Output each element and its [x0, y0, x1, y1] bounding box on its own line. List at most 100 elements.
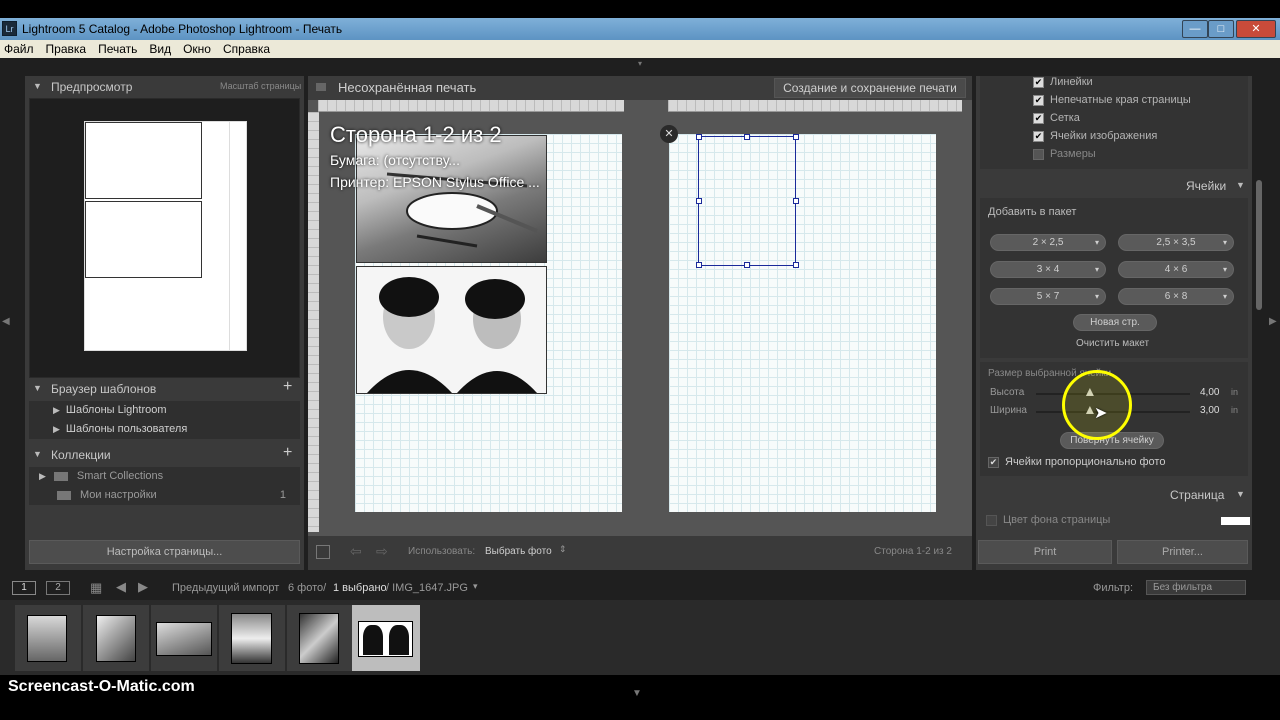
page-bg-color-checkbox[interactable]: Цвет фона страницы — [986, 514, 1110, 526]
print-button[interactable]: Print — [978, 540, 1112, 564]
guides-box: ✔ Линейки ✔ Непечатные края страницы ✔ Сетк… — [980, 76, 1248, 169]
resize-handle[interactable] — [696, 198, 702, 204]
page-info-overlay-printer: Принтер: EPSON Stylus Office ... — [330, 174, 540, 190]
menu-file[interactable]: Файл — [4, 42, 34, 56]
checkbox-checked-icon[interactable]: ✔ — [1033, 112, 1044, 124]
page-collapse-icon[interactable]: ▼ — [1236, 489, 1245, 499]
new-page-button[interactable]: Новая стр. — [1073, 314, 1157, 331]
use-select[interactable]: Выбрать фото — [485, 546, 552, 557]
resize-handle[interactable] — [793, 198, 799, 204]
checkbox-checked-icon[interactable]: ✔ — [1033, 94, 1044, 106]
minimize-button[interactable]: — — [1182, 20, 1208, 38]
page-setup-button[interactable]: Настройка страницы... — [29, 540, 300, 564]
remove-page-icon[interactable]: ✕ — [660, 125, 678, 143]
filmstrip — [0, 600, 1280, 675]
size-4x6-button[interactable]: 4 × 6 ▾ — [1118, 261, 1234, 278]
filmstrip-thumbnail[interactable] — [151, 605, 217, 671]
dropdown-arrow-icon[interactable]: ▾ — [1223, 262, 1227, 277]
menu-help[interactable]: Справка — [223, 42, 270, 56]
collection-expand-icon[interactable]: ▶ — [39, 471, 46, 481]
dropdown-arrow-icon[interactable]: ▾ — [1223, 235, 1227, 250]
template-folder-lightroom[interactable]: ▶ Шаблоны Lightroom — [29, 401, 300, 420]
maximize-button[interactable]: □ — [1208, 20, 1234, 38]
checkbox-checked-icon[interactable]: ✔ — [1033, 76, 1044, 88]
folder-expand-icon[interactable]: ▶ — [53, 405, 60, 415]
resize-handle[interactable] — [793, 262, 799, 268]
collections-collapse-icon[interactable]: ▼ — [33, 449, 42, 459]
add-template-icon[interactable]: + — [283, 378, 292, 396]
folder-expand-icon[interactable]: ▶ — [53, 424, 60, 434]
size-2x2-5-button[interactable]: 2 × 2,5 ▾ — [990, 234, 1106, 251]
filmstrip-toggle-icon[interactable]: ▼ — [632, 688, 642, 699]
width-value[interactable]: 3,00 — [1200, 405, 1219, 416]
center-toolbar: ⇦ ⇨ Использовать: Выбрать фото ⇕ Сторона… — [308, 536, 972, 570]
view-1-button[interactable]: 1 — [12, 581, 36, 595]
filter-select[interactable]: Без фильтра — [1146, 580, 1246, 595]
size-3x4-button[interactable]: 3 × 4 ▾ — [990, 261, 1106, 278]
resize-handle[interactable] — [744, 134, 750, 140]
height-value[interactable]: 4,00 — [1200, 387, 1219, 398]
dropdown-arrow-icon[interactable]: ▾ — [1095, 235, 1099, 250]
cells-proportional-checkbox[interactable]: ✔ Ячейки пропорционально фото — [988, 456, 1165, 468]
forward-arrow-icon[interactable]: ▶ — [138, 579, 148, 595]
collection-my-settings[interactable]: Мои настройки 1 — [29, 486, 300, 505]
checkbox-empty-icon[interactable] — [1033, 148, 1044, 160]
create-saved-print-button[interactable]: Создание и сохранение печати — [774, 78, 966, 98]
size-2-5x3-5-button[interactable]: 2,5 × 3,5 ▾ — [1118, 234, 1234, 251]
menu-window[interactable]: Окно — [183, 42, 211, 56]
resize-handle[interactable] — [744, 262, 750, 268]
checkbox-checked-icon[interactable]: ✔ — [988, 456, 999, 468]
size-6x8-button[interactable]: 6 × 8 ▾ — [1118, 288, 1234, 305]
template-browser-collapse-icon[interactable]: ▼ — [33, 383, 42, 393]
clear-layout-button[interactable]: Очистить макет — [1076, 338, 1149, 349]
filmstrip-thumbnail[interactable] — [219, 605, 285, 671]
guide-cells-checkbox[interactable]: ✔ Ячейки изображения — [1033, 130, 1157, 142]
resize-handle[interactable] — [696, 134, 702, 140]
add-collection-icon[interactable]: + — [283, 444, 292, 462]
checkbox-empty-icon[interactable] — [986, 514, 997, 526]
printer-button[interactable]: Printer... — [1117, 540, 1248, 564]
filename-dropdown-icon[interactable]: ▾ — [473, 581, 478, 592]
menu-print[interactable]: Печать — [98, 42, 137, 56]
guide-grid-checkbox[interactable]: ✔ Сетка — [1033, 112, 1080, 124]
view-2-button[interactable]: 2 — [46, 581, 70, 595]
right-panel-toggle-icon[interactable]: ▶ — [1269, 316, 1277, 327]
template-folder-user[interactable]: ▶ Шаблоны пользователя — [29, 420, 300, 439]
dropdown-arrow-icon[interactable]: ▾ — [1095, 289, 1099, 304]
use-select-arrow-icon[interactable]: ⇕ — [559, 544, 567, 555]
guide-dimensions-checkbox[interactable]: Размеры — [1033, 148, 1096, 160]
filmstrip-thumbnail[interactable] — [83, 605, 149, 671]
top-panel-toggle-icon[interactable]: ▾ — [633, 60, 647, 68]
collection-smart[interactable]: ▶ Smart Collections — [29, 467, 300, 486]
resize-handle[interactable] — [696, 262, 702, 268]
left-panel-toggle-icon[interactable]: ◀ — [2, 316, 10, 327]
next-page-arrow-icon[interactable]: ⇨ — [376, 543, 388, 560]
empty-photo-cell[interactable] — [696, 134, 799, 268]
dropdown-arrow-icon[interactable]: ▾ — [1223, 289, 1227, 304]
guide-margins-checkbox[interactable]: ✔ Непечатные края страницы — [1033, 94, 1191, 106]
resize-handle[interactable] — [793, 134, 799, 140]
grid-view-icon[interactable]: ▦ — [90, 580, 102, 596]
checkbox-checked-icon[interactable]: ✔ — [1033, 130, 1044, 142]
page-bg-color-swatch[interactable] — [1221, 517, 1250, 525]
page-view-toggle-icon[interactable] — [316, 545, 330, 559]
size-label: 3 × 4 — [1036, 264, 1060, 275]
preview-collapse-icon[interactable]: ▼ — [33, 81, 42, 91]
size-label: 4 × 6 — [1164, 264, 1188, 275]
source-label[interactable]: Предыдущий импорт — [172, 582, 279, 594]
previous-page-arrow-icon[interactable]: ⇦ — [350, 543, 362, 560]
back-arrow-icon[interactable]: ◀ — [116, 579, 126, 595]
menu-edit[interactable]: Правка — [46, 42, 87, 56]
right-panel-scrollbar[interactable] — [1256, 180, 1262, 310]
photo-cell-portraits[interactable] — [356, 266, 547, 394]
size-5x7-button[interactable]: 5 × 7 ▾ — [990, 288, 1106, 305]
filmstrip-thumbnail[interactable] — [15, 605, 81, 671]
filmstrip-thumbnail-selected[interactable] — [352, 605, 420, 671]
menu-view[interactable]: Вид — [149, 42, 171, 56]
close-button[interactable]: ✕ — [1236, 20, 1276, 38]
guide-rulers-checkbox[interactable]: ✔ Линейки — [1033, 76, 1093, 88]
filmstrip-thumbnail[interactable] — [287, 605, 353, 671]
dropdown-arrow-icon[interactable]: ▾ — [1095, 262, 1099, 277]
thumbnail-image — [231, 613, 272, 664]
cells-collapse-icon[interactable]: ▼ — [1236, 180, 1245, 190]
